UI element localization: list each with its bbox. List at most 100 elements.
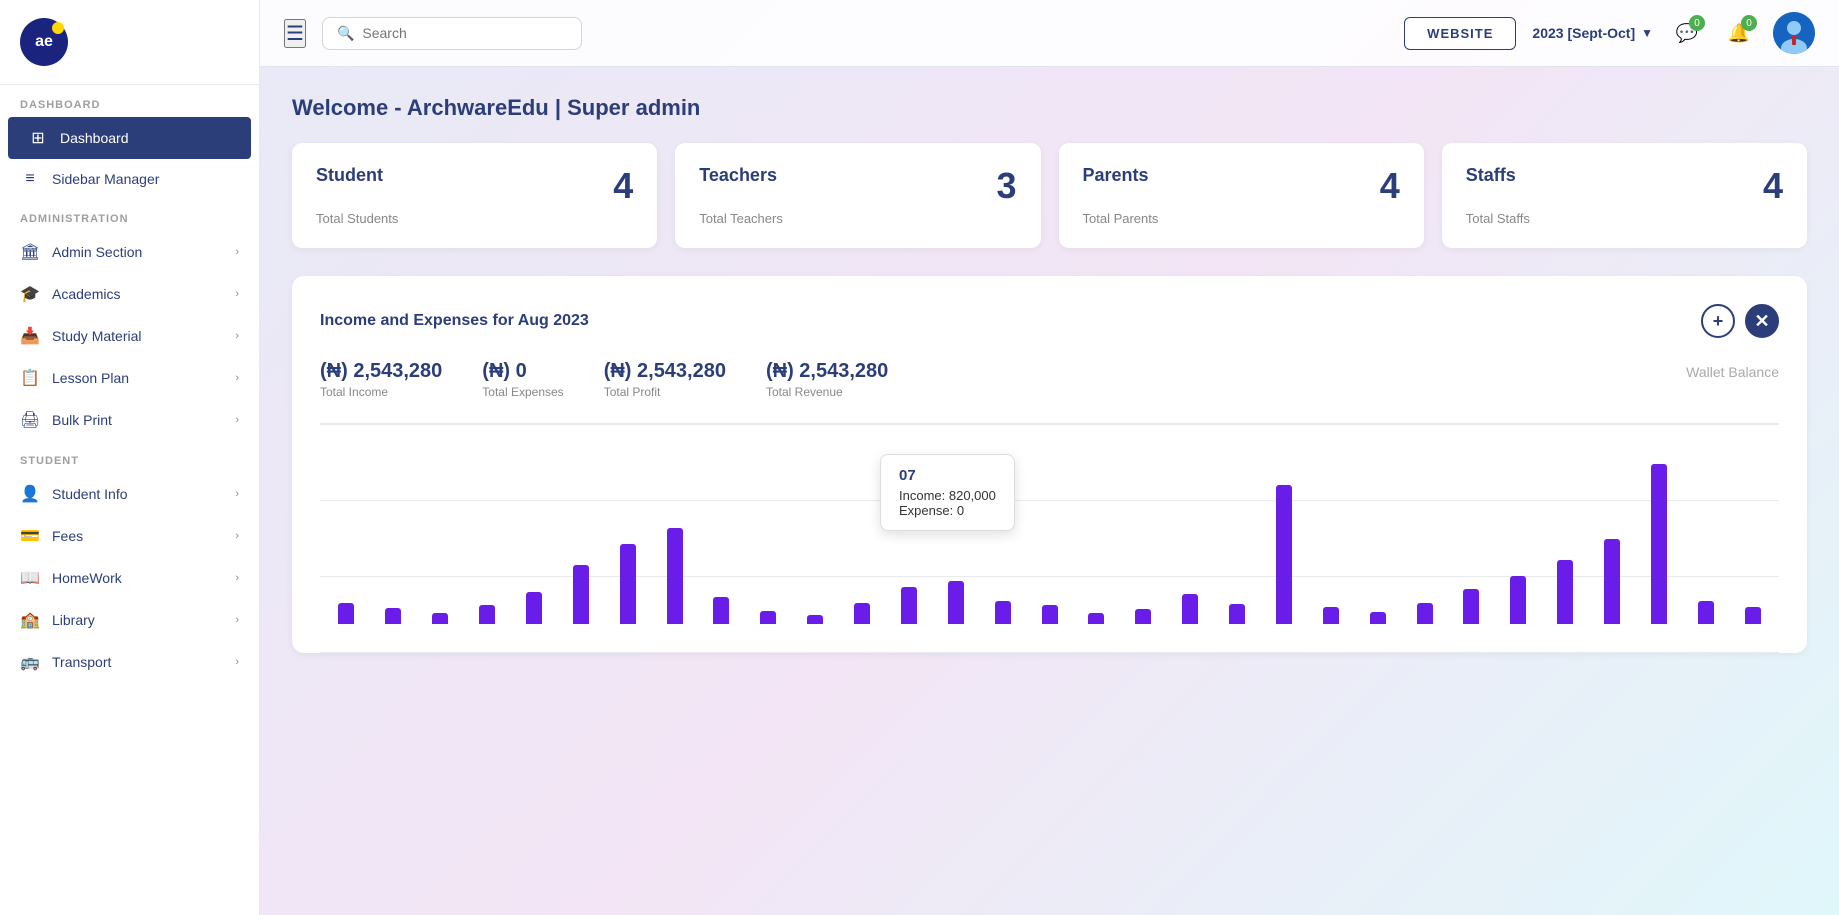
sidebar-item-lesson-plan[interactable]: 📋 Lesson Plan › bbox=[0, 357, 259, 399]
tooltip-expense: Expense: 0 bbox=[899, 503, 996, 518]
bar bbox=[1745, 607, 1761, 624]
sidebar-item-dashboard[interactable]: ⊞ Dashboard bbox=[8, 117, 251, 159]
stat-sub-parents: Total Parents bbox=[1083, 211, 1400, 226]
bar-column[interactable] bbox=[984, 601, 1021, 624]
bar bbox=[526, 592, 542, 624]
sidebar-item-transport[interactable]: 🚌 Transport › bbox=[0, 641, 259, 683]
sidebar-item-bulk-print[interactable]: 🖨 Bulk Print › bbox=[0, 399, 259, 441]
term-selector[interactable]: 2023 [Sept-Oct] ▼ bbox=[1532, 25, 1653, 41]
bar bbox=[1323, 607, 1339, 624]
stat-sub-staffs: Total Staffs bbox=[1466, 211, 1783, 226]
bar-column[interactable] bbox=[1641, 464, 1678, 624]
bar-column[interactable] bbox=[1500, 576, 1537, 624]
bar-column[interactable] bbox=[1031, 605, 1068, 624]
chart-add-button[interactable]: + bbox=[1701, 304, 1735, 338]
logo-area: ae bbox=[0, 0, 259, 85]
search-box: 🔍 bbox=[322, 17, 582, 50]
bar-column[interactable] bbox=[1312, 607, 1349, 624]
financial-total-revenue: (₦) 2,543,280 Total Revenue bbox=[766, 360, 888, 399]
bar-column[interactable] bbox=[328, 603, 365, 624]
bar-column[interactable] bbox=[937, 581, 974, 624]
bar-column[interactable] bbox=[797, 615, 834, 624]
bar bbox=[479, 605, 495, 624]
avatar[interactable] bbox=[1773, 12, 1815, 54]
logo-icon: ae bbox=[20, 18, 68, 66]
bar-column[interactable] bbox=[1125, 609, 1162, 624]
financial-total-profit: (₦) 2,543,280 Total Profit bbox=[604, 360, 726, 399]
stat-label-student: Student bbox=[316, 165, 383, 186]
bar bbox=[1604, 539, 1620, 624]
stat-label-teachers: Teachers bbox=[699, 165, 777, 186]
sidebar-item-admin-section[interactable]: 🏛 Admin Section › bbox=[0, 231, 259, 273]
sidebar-item-sidebar-manager[interactable]: ≡ Sidebar Manager bbox=[0, 159, 259, 199]
bar-column[interactable] bbox=[422, 613, 459, 624]
bar bbox=[948, 581, 964, 624]
bar-column[interactable] bbox=[1547, 560, 1584, 624]
sidebar-item-student-info[interactable]: 👤 Student Info › bbox=[0, 473, 259, 515]
bar-column[interactable] bbox=[469, 605, 506, 624]
bar-column[interactable] bbox=[609, 544, 646, 624]
sidebar-item-study-material[interactable]: 📥 Study Material › bbox=[0, 315, 259, 357]
website-button[interactable]: WEBSITE bbox=[1404, 17, 1516, 50]
content-area: Welcome - ArchwareEdu | Super admin Stud… bbox=[260, 67, 1839, 915]
chat-notification-button[interactable]: 💬 0 bbox=[1669, 15, 1705, 51]
bar-column[interactable] bbox=[1359, 612, 1396, 624]
chevron-icon: › bbox=[235, 330, 239, 342]
search-input[interactable] bbox=[362, 25, 542, 41]
lesson-plan-icon: 📋 bbox=[20, 368, 40, 388]
bar-chart-inner bbox=[320, 424, 1779, 624]
main-area: ☰ 🔍 WEBSITE 2023 [Sept-Oct] ▼ 💬 0 🔔 0 bbox=[260, 0, 1839, 915]
chevron-icon: › bbox=[235, 372, 239, 384]
tooltip-income-value: 820,000 bbox=[949, 488, 996, 503]
logo-yellow-dot bbox=[52, 22, 64, 34]
bar-column[interactable] bbox=[656, 528, 693, 624]
bar-chart: 07 Income: 820,000 Expense: 0 bbox=[320, 423, 1779, 653]
bar-column[interactable] bbox=[375, 608, 412, 624]
academics-icon: 🎓 bbox=[20, 284, 40, 304]
bar-column[interactable] bbox=[1078, 613, 1115, 624]
tooltip-expense-label: Expense: bbox=[899, 503, 953, 518]
bell-notification-button[interactable]: 🔔 0 bbox=[1721, 15, 1757, 51]
bar-column[interactable] bbox=[703, 597, 740, 624]
gridline bbox=[320, 652, 1779, 653]
bar-column[interactable] bbox=[1453, 589, 1490, 624]
bar-column[interactable] bbox=[1734, 607, 1771, 624]
bar bbox=[1088, 613, 1104, 624]
bar bbox=[667, 528, 683, 624]
bar bbox=[1182, 594, 1198, 624]
transport-icon: 🚌 bbox=[20, 652, 40, 672]
financials-row: (₦) 2,543,280 Total Income (₦) 0 Total E… bbox=[320, 360, 1779, 399]
total-profit-amount: (₦) 2,543,280 bbox=[604, 360, 726, 383]
bar bbox=[573, 565, 589, 624]
stats-grid: Student 4 Total Students Teachers 3 Tota… bbox=[292, 143, 1807, 248]
bar-column[interactable] bbox=[1594, 539, 1631, 624]
bar bbox=[807, 615, 823, 624]
search-icon: 🔍 bbox=[337, 25, 354, 42]
fees-icon: 💳 bbox=[20, 526, 40, 546]
sidebar-item-academics[interactable]: 🎓 Academics › bbox=[0, 273, 259, 315]
sidebar-item-homework[interactable]: 📖 HomeWork › bbox=[0, 557, 259, 599]
chevron-icon: › bbox=[235, 614, 239, 626]
chevron-icon: › bbox=[235, 288, 239, 300]
stat-number-teachers: 3 bbox=[996, 165, 1016, 207]
tooltip-income: Income: 820,000 bbox=[899, 488, 996, 503]
bar-column[interactable] bbox=[1266, 485, 1303, 624]
bell-badge: 0 bbox=[1741, 15, 1757, 31]
bar-column[interactable] bbox=[891, 587, 928, 624]
welcome-title: Welcome - ArchwareEdu | Super admin bbox=[292, 95, 1807, 121]
bar-column[interactable] bbox=[750, 611, 787, 624]
sidebar-item-fees[interactable]: 💳 Fees › bbox=[0, 515, 259, 557]
chart-close-button[interactable]: ✕ bbox=[1745, 304, 1779, 338]
stat-card-staffs: Staffs 4 Total Staffs bbox=[1442, 143, 1807, 248]
bar-column[interactable] bbox=[1687, 601, 1724, 624]
stat-sub-student: Total Students bbox=[316, 211, 633, 226]
bar-column[interactable] bbox=[1172, 594, 1209, 624]
stat-number-staffs: 4 bbox=[1763, 165, 1783, 207]
bar-column[interactable] bbox=[562, 565, 599, 624]
hamburger-button[interactable]: ☰ bbox=[284, 19, 306, 48]
bar-column[interactable] bbox=[516, 592, 553, 624]
bar-column[interactable] bbox=[1406, 603, 1443, 624]
sidebar-item-library[interactable]: 🏫 Library › bbox=[0, 599, 259, 641]
bar-column[interactable] bbox=[1219, 604, 1256, 624]
bar-column[interactable] bbox=[844, 603, 881, 624]
